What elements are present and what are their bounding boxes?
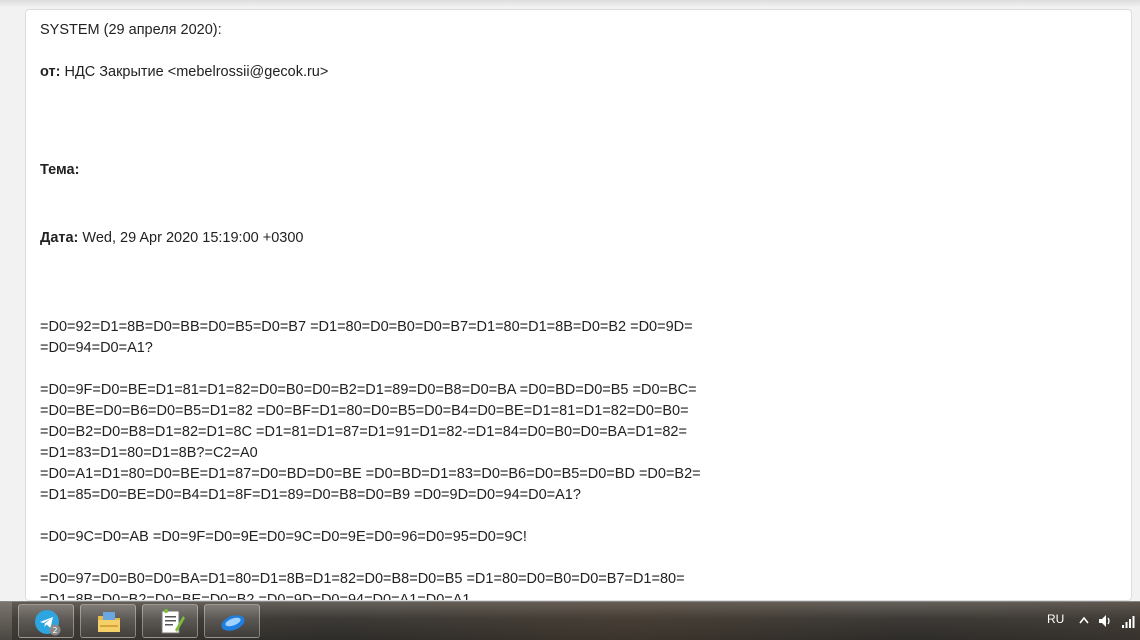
message-panel: SYSTEM (29 апреля 2020): от: НДС Закрыти…	[25, 9, 1132, 601]
taskbar: 2 RU	[0, 601, 1140, 640]
telegram-badge: 2	[52, 626, 57, 635]
top-border	[0, 0, 1140, 6]
telegram-icon: 2	[35, 610, 61, 636]
body-line: =D0=9C=D0=AB =D0=9F=D0=9E=D0=9C=D0=9E=D0…	[40, 529, 527, 545]
body-line: =D0=92=D1=8B=D0=BB=D0=B5=D0=B7 =D1=80=D0…	[40, 319, 693, 335]
body-line: =D1=83=D1=80=D1=8B?=C2=A0	[40, 445, 258, 461]
notepad-icon	[161, 609, 185, 634]
body-line: =D0=BE=D0=B6=D0=B5=D1=82 =D0=BF=D1=80=D0…	[40, 403, 689, 419]
body-line: =D0=A1=D1=80=D0=BE=D1=87=D0=BD=D0=BE =D0…	[40, 466, 701, 482]
body-line: =D0=9F=D0=BE=D1=81=D1=82=D0=B0=D0=B2=D1=…	[40, 382, 697, 398]
from-label: от:	[40, 64, 61, 80]
taskbar-app-button[interactable]	[204, 604, 260, 638]
date-row: Дата: Wed, 29 Apr 2020 15:19:00 +0300	[40, 228, 303, 249]
date-value: Wed, 29 Apr 2020 15:19:00 +0300	[78, 230, 304, 246]
language-indicator[interactable]: RU	[1047, 612, 1064, 626]
taskbar-telegram-button[interactable]: 2	[18, 604, 74, 638]
subject-label: Тема:	[40, 162, 80, 178]
tray-expand-icon[interactable]	[1079, 616, 1089, 624]
from-row: от: НДС Закрытие <mebelrossii@gecok.ru>	[40, 62, 328, 83]
folder-icon	[98, 612, 120, 632]
taskbar-notepadpp-button[interactable]	[142, 604, 198, 638]
body-line: =D0=B2=D0=B8=D1=82=D1=8C =D1=81=D1=87=D1…	[40, 424, 687, 440]
body-line: =D0=94=D0=A1?	[40, 340, 153, 356]
network-signal-icon[interactable]	[1121, 613, 1137, 629]
date-label: Дата:	[40, 230, 79, 246]
volume-icon[interactable]	[1097, 613, 1113, 629]
body-line: =D0=97=D0=B0=D0=BA=D1=80=D1=8B=D1=82=D0=…	[40, 571, 685, 587]
from-value: НДС Закрытие <mebelrossii@gecok.ru>	[60, 64, 329, 80]
body-line: =D1=8B=D0=B2=D0=BE=D0=B2 =D0=9D=D0=94=D0…	[40, 592, 471, 601]
taskbar-explorer-button[interactable]	[80, 604, 136, 638]
start-button[interactable]	[0, 602, 12, 640]
body-line: =D1=85=D0=BE=D0=B4=D1=8F=D1=89=D0=B8=D0=…	[40, 487, 581, 503]
app-icon	[221, 615, 245, 631]
system-line: SYSTEM (29 апреля 2020):	[40, 22, 222, 38]
